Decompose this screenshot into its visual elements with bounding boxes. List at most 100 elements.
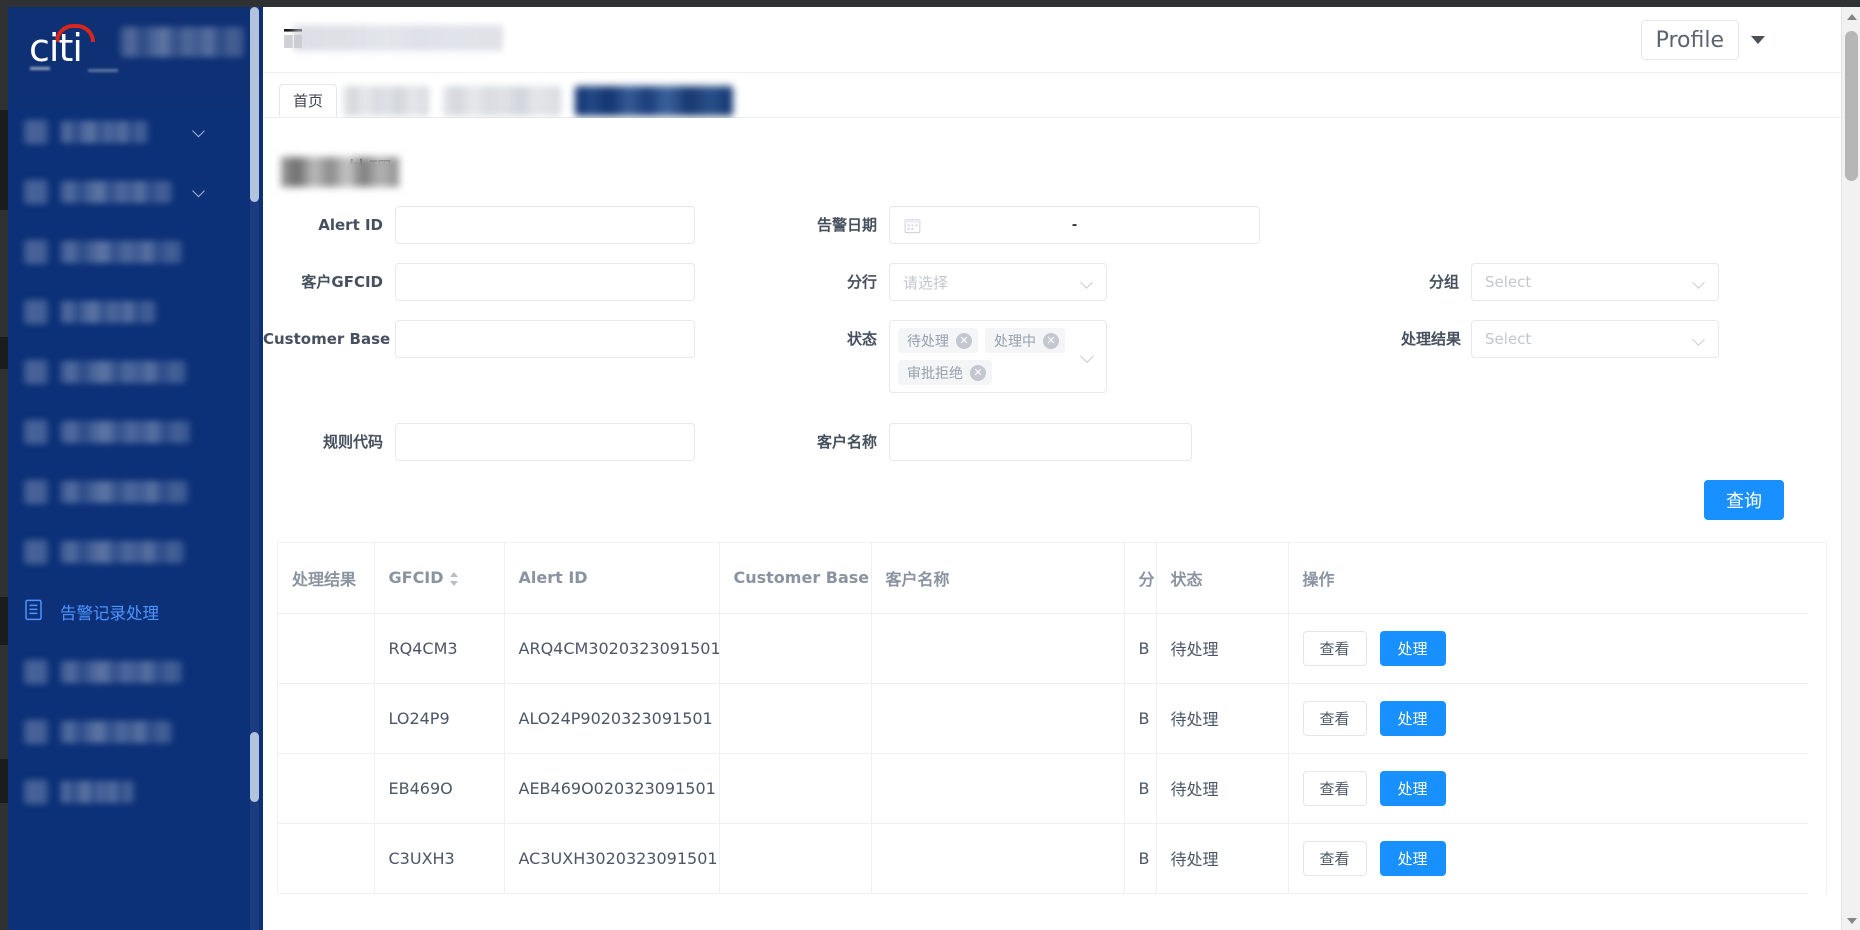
branch-select-placeholder: 请选择 [903,273,949,292]
process-result-select[interactable]: Select [1471,320,1719,358]
row-actions: 查看 处理 [1302,700,1795,736]
cell-actions: 查看 处理 [1288,613,1808,684]
search-form: Alert ID 告警日期 - 客户GFCID 分行 请选择 分组 Select… [263,206,1841,520]
chevron-down-icon[interactable] [194,187,205,198]
form-row-1: Alert ID 告警日期 - [263,206,1823,244]
field-alert-id: Alert ID [263,206,695,244]
field-customer-base: Customer Base [263,320,695,358]
sidebar-notch [0,337,8,369]
sidebar-item[interactable] [8,762,263,822]
cell-branch: B [1124,683,1157,754]
cell-process_result [278,613,375,684]
close-icon[interactable]: ✕ [1043,332,1059,349]
table-header-label: GFCID [388,568,444,588]
sidebar-item[interactable] [8,102,263,162]
status-tag-label: 处理中 [994,333,1036,350]
view-button[interactable]: 查看 [1302,840,1367,876]
sidebar-item[interactable] [8,402,263,462]
status-tag: 处理中 ✕ [985,328,1065,353]
scroll-up-button[interactable] [1842,7,1860,26]
chevron-down-icon[interactable] [194,127,205,138]
sidebar-item-icon-redacted [24,480,48,504]
table-header-actions: 操作 [1288,543,1808,614]
sidebar-scrollbar-thumb[interactable] [250,7,259,202]
sidebar-item[interactable] [8,462,263,522]
cell-branch: B [1124,753,1157,824]
tab-active-redacted[interactable] [575,84,734,117]
process-button[interactable]: 处理 [1379,840,1446,876]
table-header-label: Alert ID [518,568,588,588]
status-tag-label: 审批拒绝 [907,365,963,382]
sidebar-item[interactable] [8,162,263,222]
rule-code-input[interactable] [395,423,695,461]
sidebar-item-icon-redacted [24,720,48,744]
chevron-down-icon[interactable] [1751,36,1765,44]
cell-process_result [278,753,375,824]
sidebar-item-icon-redacted [24,180,48,204]
cell-alert_id: ARQ4CM3020323091501 [504,613,720,684]
sidebar-notch [0,110,8,210]
field-customer-name: 客户名称 [803,423,1192,461]
cell-customer_name [871,753,1125,824]
date-range-separator: - [1071,216,1078,233]
process-button[interactable]: 处理 [1379,630,1446,666]
brand-subtitle-redacted-b [88,69,118,72]
sidebar-item[interactable] [8,222,263,282]
sidebar-brand-block[interactable]: citi [8,7,263,107]
process-button[interactable]: 处理 [1379,770,1446,806]
gfcid-input[interactable] [395,263,695,301]
sidebar-item[interactable] [8,642,263,702]
app-window: citi 告警记录处理 Profile 首页 Alert ID 告警日期 - 客… [0,0,1860,930]
close-icon[interactable]: ✕ [956,332,972,349]
branch-select[interactable]: 请选择 [889,263,1107,301]
search-button[interactable]: 查询 [1704,480,1784,520]
sidebar-scrollbar-thumb-lower[interactable] [250,732,259,802]
sidebar-item-alert-record-processing[interactable]: 告警记录处理 [8,582,263,642]
alert-id-input[interactable] [395,206,695,244]
status-multiselect[interactable]: 待处理 ✕ 处理中 ✕ 审批拒绝 ✕ [889,320,1107,393]
scroll-down-button[interactable] [1842,911,1860,930]
sidebar-item[interactable] [8,522,263,582]
field-process-result: 处理结果 Select [1401,320,1719,358]
cell-alert_id: AC3UXH3020323091501 [504,823,720,894]
table-header-gfcid[interactable]: GFCID [374,543,505,614]
view-button[interactable]: 查看 [1302,770,1367,806]
tab-home[interactable]: 首页 [279,84,338,117]
sort-arrows-icon[interactable] [449,571,459,586]
status-tag-label: 待处理 [907,333,949,350]
profile-menu: Profile [1640,20,1765,60]
sidebar-item-label-redacted [60,121,148,143]
page-scrollbar-thumb[interactable] [1845,31,1858,181]
profile-button[interactable]: Profile [1640,20,1739,60]
sidebar-item[interactable] [8,342,263,402]
view-button[interactable]: 查看 [1302,700,1367,736]
chevron-down-icon [1694,278,1705,289]
arrow-up-icon [1846,13,1857,20]
view-button[interactable]: 查看 [1302,630,1367,666]
sidebar-item[interactable] [8,702,263,762]
citi-logo: citi [29,22,113,70]
table-body: RQ4CM3 ARQ4CM3020323091501 B 待处理 查看 处理 LO24P9 A… [278,613,1808,894]
field-label: 分组 [1428,273,1459,291]
table-header-customer_base: Customer Base [719,543,872,614]
table-header-alert_id: Alert ID [504,543,720,614]
cell-actions: 查看 处理 [1288,753,1808,824]
sidebar-menu: 告警记录处理 [8,102,263,822]
process-button[interactable]: 处理 [1379,700,1446,736]
tab-redacted[interactable] [443,84,562,117]
sidebar-item[interactable] [8,282,263,342]
chevron-down-icon [1082,278,1093,289]
page-scrollbar-track[interactable] [1841,7,1860,930]
status-tag: 审批拒绝 ✕ [898,360,992,385]
alert-date-range-picker[interactable]: - [889,206,1260,244]
field-label: 分行 [846,273,877,291]
tab-redacted[interactable] [343,84,430,117]
cell-actions: 查看 处理 [1288,823,1808,894]
cell-gfcid: LO24P9 [374,683,505,754]
group-select[interactable]: Select [1471,263,1719,301]
close-icon[interactable]: ✕ [970,364,986,381]
customer-name-input[interactable] [889,423,1192,461]
cell-customer_base [719,683,872,754]
sidebar-item-label-redacted [60,241,182,263]
customer-base-input[interactable] [395,320,695,358]
